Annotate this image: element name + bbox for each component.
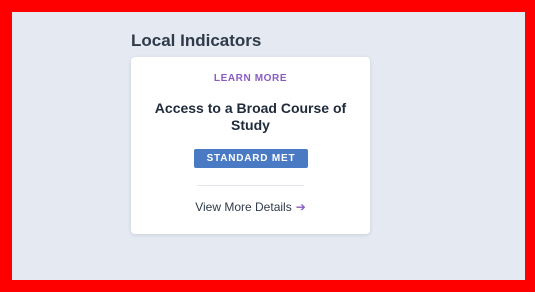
view-more-details-label: View More Details (195, 200, 292, 214)
divider (197, 185, 304, 186)
arrow-right-icon: ➔ (295, 200, 306, 214)
indicator-title: Access to a Broad Course of Study (154, 100, 347, 133)
learn-more-link[interactable]: LEARN MORE (131, 73, 370, 84)
page-frame: Local Indicators LEARN MORE Access to a … (12, 12, 525, 280)
view-more-details-link[interactable]: View More Details ➔ (131, 200, 370, 214)
status-badge: STANDARD MET (194, 149, 308, 168)
section-title: Local Indicators (131, 31, 262, 50)
indicator-card: LEARN MORE Access to a Broad Course of S… (131, 57, 370, 234)
